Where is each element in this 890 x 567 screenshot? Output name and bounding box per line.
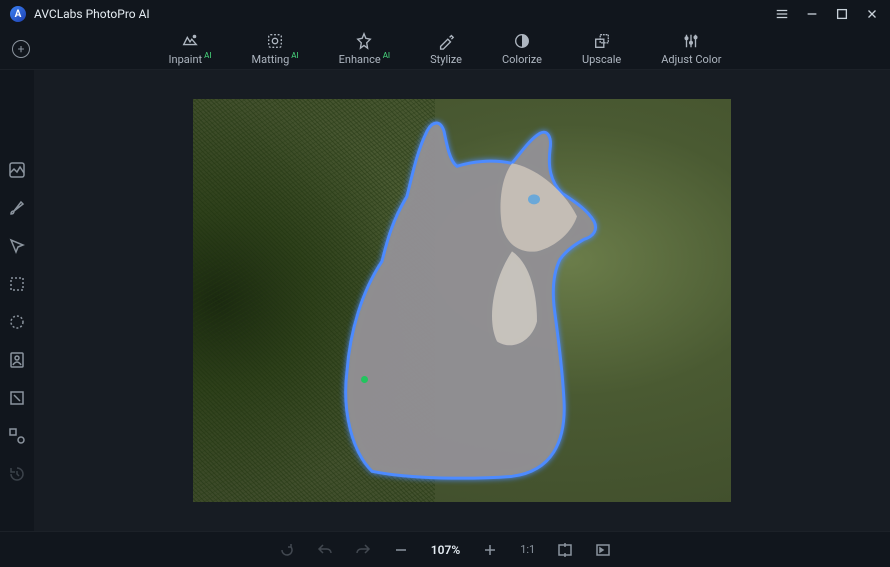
- redo-button: [355, 542, 371, 558]
- canvas-area[interactable]: [34, 70, 890, 531]
- close-button[interactable]: [864, 6, 880, 22]
- tool-label: Colorize: [502, 53, 542, 66]
- app-logo-icon: A: [10, 6, 26, 22]
- zoom-in-button[interactable]: [482, 542, 498, 558]
- left-sidebar: Object selection tool: [0, 70, 34, 531]
- image-adjust-tool-icon[interactable]: [7, 160, 27, 180]
- matting-icon: [266, 32, 284, 50]
- tool-label: Inpaint: [169, 53, 203, 66]
- tool-label: Upscale: [582, 53, 621, 66]
- enhance-icon: [355, 32, 373, 50]
- tool-enhance[interactable]: EnhanceAI: [339, 32, 390, 66]
- zoom-out-button[interactable]: [393, 542, 409, 558]
- selection-outline: [312, 101, 612, 485]
- add-image-button[interactable]: +: [12, 40, 30, 58]
- main-toolbar: + InpaintAI MattingAI EnhanceAI Stylize …: [0, 28, 890, 70]
- inpaint-icon: [181, 32, 199, 50]
- rect-select-tool-icon[interactable]: [7, 274, 27, 294]
- tool-label: Matting: [252, 53, 290, 66]
- tool-upscale[interactable]: Upscale: [582, 32, 621, 66]
- tool-matting[interactable]: MattingAI: [252, 32, 299, 66]
- portrait-tool-icon[interactable]: [7, 350, 27, 370]
- history-tool-icon: [7, 464, 27, 484]
- tool-label: Enhance: [339, 53, 381, 66]
- refresh-button: [279, 542, 295, 558]
- minimize-button[interactable]: [804, 6, 820, 22]
- ai-badge: AI: [204, 51, 211, 60]
- bottom-bar: 107% 1:1: [0, 531, 890, 567]
- colorize-icon: [513, 32, 531, 50]
- selection-marker-dot: [361, 376, 368, 383]
- tool-colorize[interactable]: Colorize: [502, 32, 542, 66]
- ai-badge: AI: [383, 51, 390, 60]
- fit-screen-button[interactable]: [557, 542, 573, 558]
- compare-button[interactable]: [595, 542, 611, 558]
- stylize-icon: [437, 32, 455, 50]
- image-canvas[interactable]: [193, 99, 731, 502]
- undo-button: [317, 542, 333, 558]
- ai-badge: AI: [291, 51, 298, 60]
- tool-adjust-color[interactable]: Adjust Color: [661, 32, 721, 66]
- upscale-icon: [593, 32, 611, 50]
- tool-label: Stylize: [430, 53, 462, 66]
- zoom-value: 107%: [431, 543, 460, 557]
- object-selection-tool-icon[interactable]: [7, 236, 27, 256]
- tool-stylize[interactable]: Stylize: [430, 32, 462, 66]
- maximize-button[interactable]: [834, 6, 850, 22]
- tool-label: Adjust Color: [661, 53, 721, 66]
- titlebar: A AVCLabs PhotoPro AI: [0, 0, 890, 28]
- brush-tool-icon[interactable]: [7, 198, 27, 218]
- app-title: AVCLabs PhotoPro AI: [34, 7, 150, 21]
- lasso-tool-icon[interactable]: [7, 312, 27, 332]
- zoom-actual-button[interactable]: 1:1: [520, 542, 535, 558]
- shapes-tool-icon[interactable]: [7, 426, 27, 446]
- hamburger-menu-icon[interactable]: [774, 6, 790, 22]
- crop-tool-icon[interactable]: [7, 388, 27, 408]
- adjust-color-icon: [682, 32, 700, 50]
- tool-inpaint[interactable]: InpaintAI: [169, 32, 212, 66]
